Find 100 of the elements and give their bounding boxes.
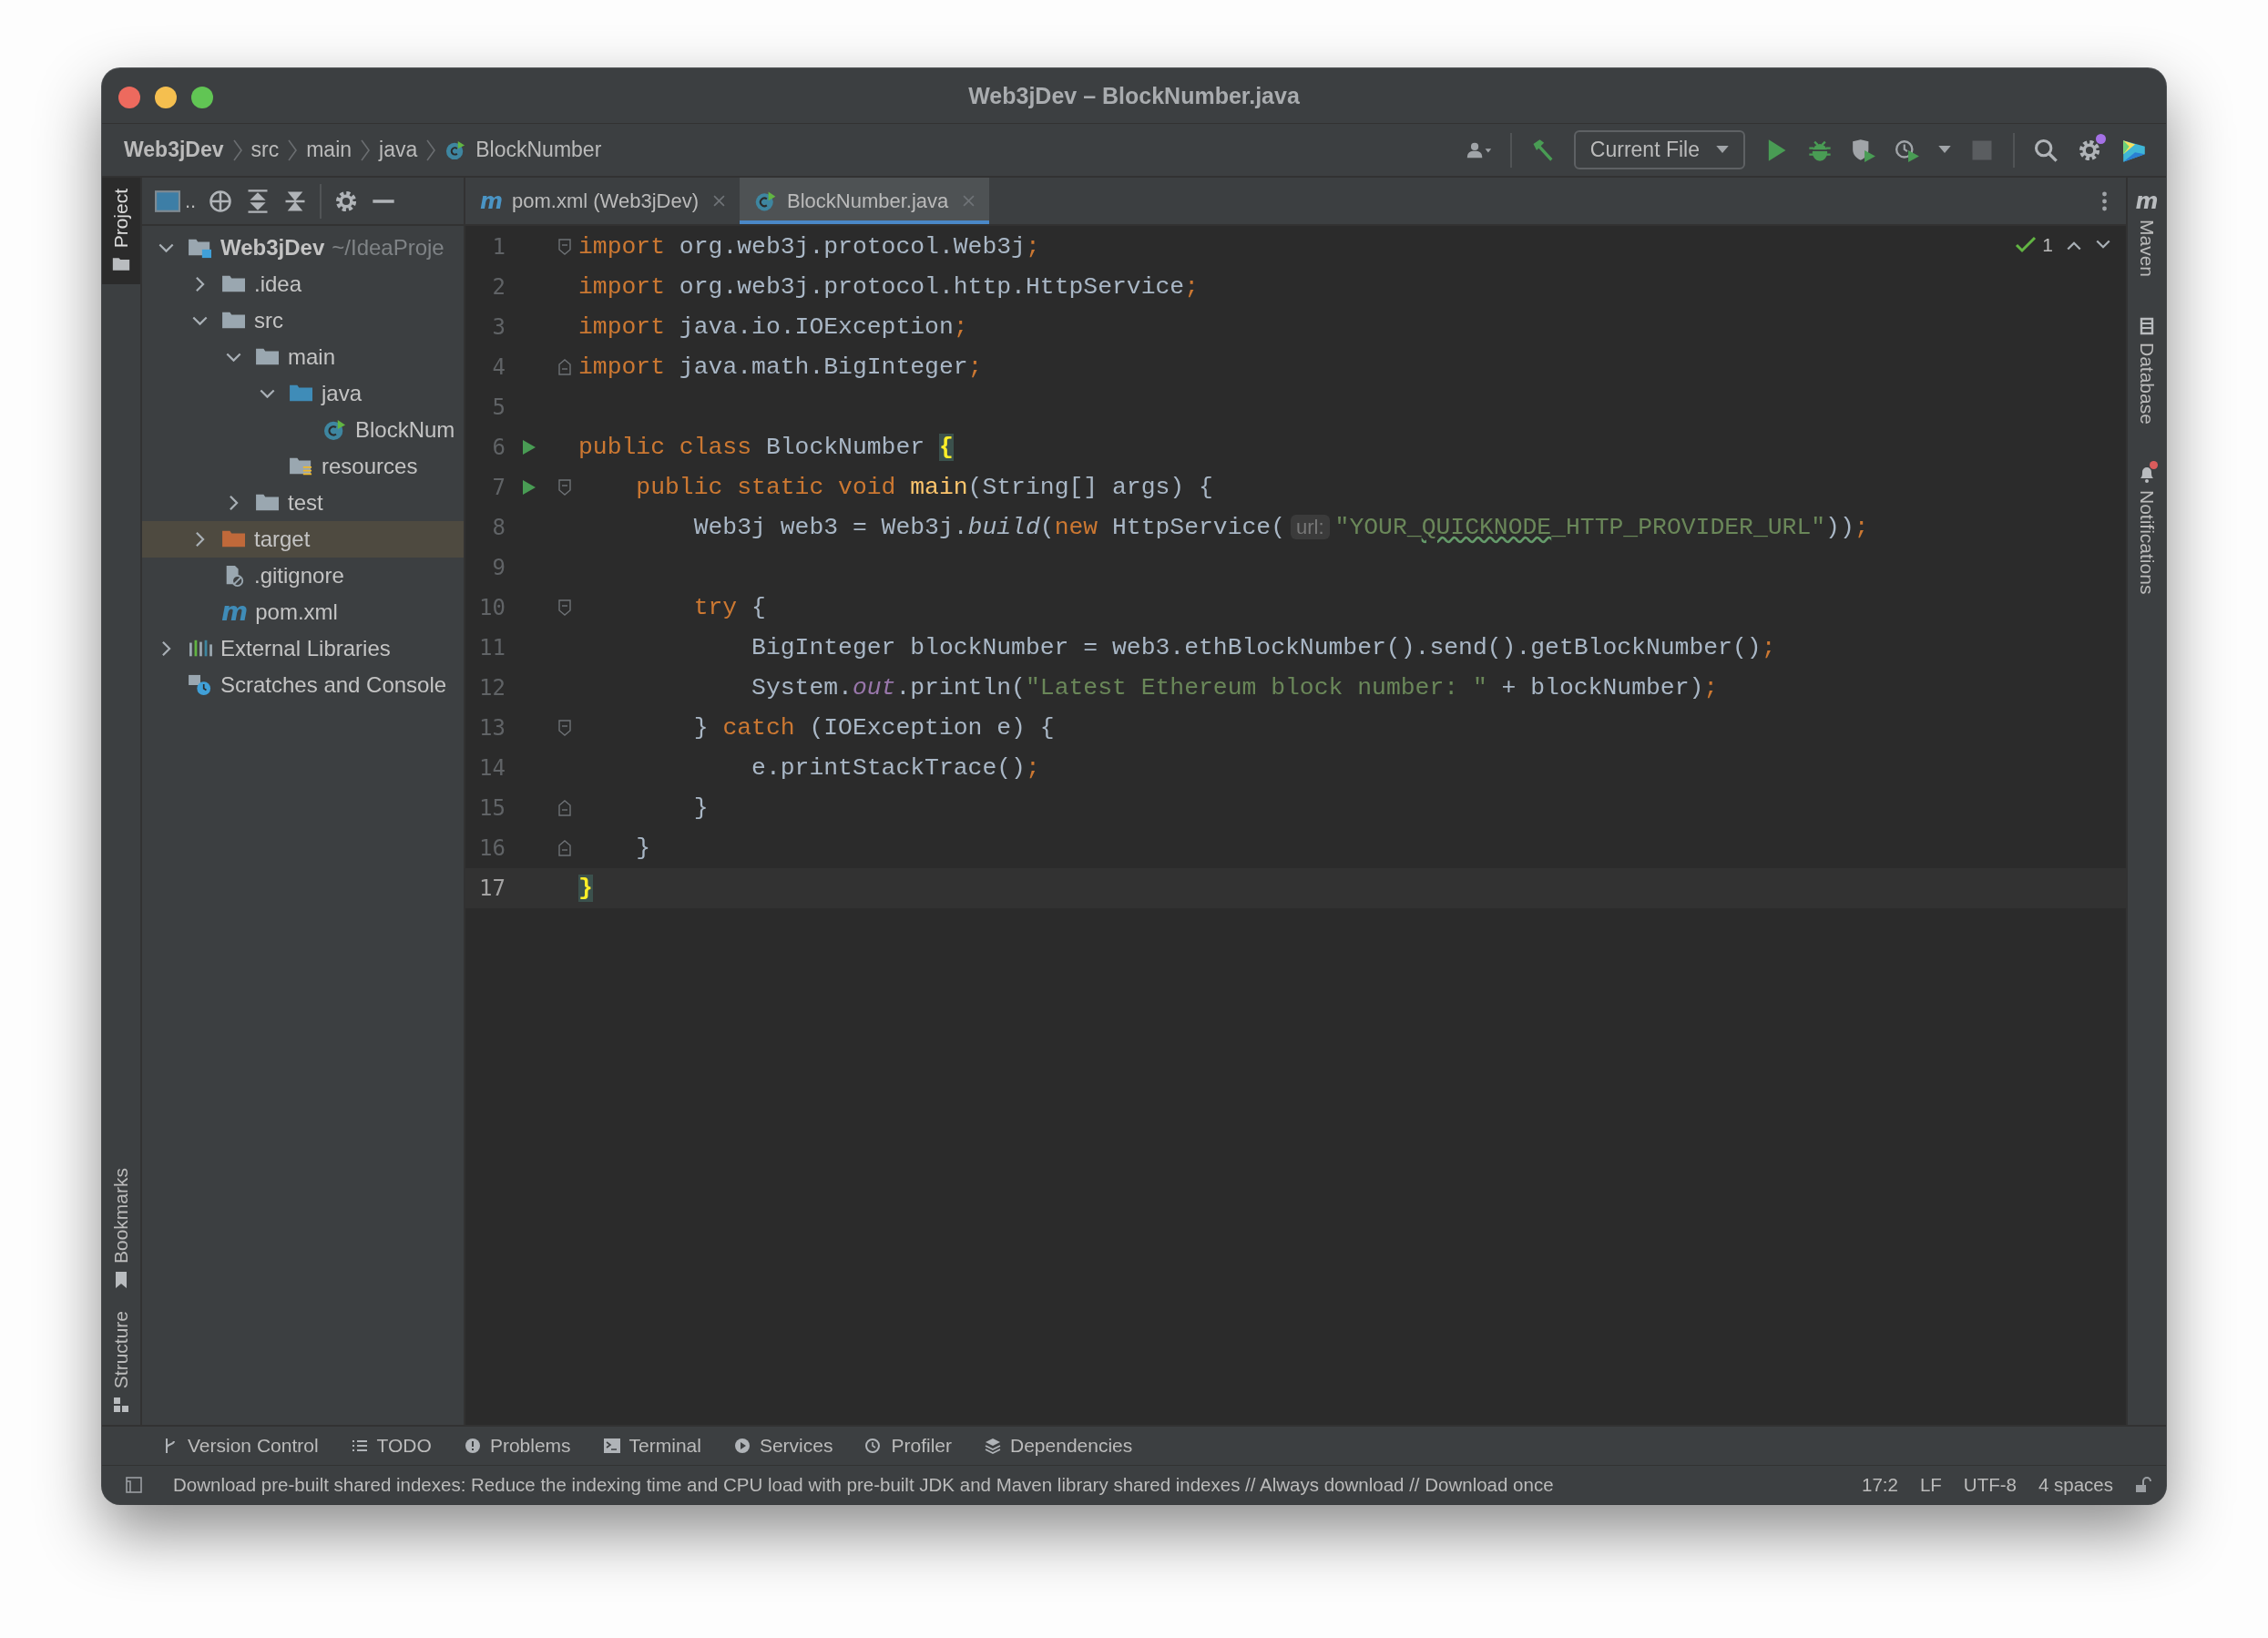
- fold-icon[interactable]: [558, 359, 571, 375]
- tool-window-tab[interactable]: Database: [2128, 304, 2166, 452]
- tool-window-button[interactable]: Services: [733, 1435, 833, 1457]
- line-separator[interactable]: LF: [1919, 1474, 1942, 1496]
- class-icon: [754, 189, 778, 212]
- editor-tab[interactable]: m pom.xml (Web3jDev): [465, 178, 740, 224]
- line-number: 6: [491, 435, 506, 460]
- tree-item-label: .gitignore: [254, 563, 344, 589]
- tool-window-button[interactable]: Profiler: [865, 1435, 952, 1457]
- maximize-button[interactable]: [191, 87, 213, 108]
- close-icon[interactable]: [713, 195, 725, 207]
- tree-item[interactable]: target: [142, 521, 464, 558]
- chevron-icon[interactable]: [158, 242, 174, 253]
- chevron-icon[interactable]: [160, 640, 171, 657]
- tool-window-button[interactable]: Problems: [464, 1435, 571, 1457]
- breadcrumb-item[interactable]: Web3jDev: [124, 138, 224, 162]
- breadcrumb-item[interactable]: java: [379, 138, 418, 162]
- line-number: 8: [491, 515, 506, 540]
- status-message[interactable]: Download pre-built shared indexes: Reduce the indexing time and CPU load with pre-built JDK and Maven library shared indexes // Always download // Download once: [173, 1474, 1840, 1496]
- resources-folder-icon: [289, 456, 314, 477]
- tree-item-label: main: [288, 344, 336, 370]
- tool-window-tab[interactable]: Notifications: [2128, 451, 2166, 622]
- editor-tab[interactable]: BlockNumber.java: [740, 178, 990, 224]
- window-icon[interactable]: [155, 188, 180, 214]
- caret-position[interactable]: 17:2: [1862, 1474, 1898, 1496]
- tree-item[interactable]: External Libraries: [142, 630, 464, 667]
- code-line: import java.io.IOException;: [577, 313, 968, 341]
- tree-item[interactable]: .gitignore: [142, 558, 464, 594]
- lock-icon[interactable]: [2135, 1477, 2151, 1493]
- indent-setting[interactable]: 4 spaces: [2038, 1474, 2113, 1496]
- panel-toggle-icon[interactable]: [126, 1477, 142, 1493]
- tool-window-tab[interactable]: Structure: [102, 1299, 140, 1425]
- close-button[interactable]: [118, 87, 140, 108]
- code-line: }: [692, 794, 709, 822]
- search-icon[interactable]: [2033, 137, 2059, 163]
- chevron-icon[interactable]: [194, 531, 205, 548]
- terminal-icon: [603, 1438, 620, 1454]
- check-icon[interactable]: [2015, 235, 2038, 255]
- breadcrumb-item[interactable]: main: [306, 138, 352, 162]
- tool-window-tab[interactable]: Bookmarks: [102, 1156, 140, 1300]
- tree-item[interactable]: Scratches and Console: [142, 667, 464, 703]
- tool-window-tab[interactable]: m Maven: [2128, 178, 2166, 305]
- tree-item[interactable]: BlockNum: [142, 412, 464, 448]
- fold-icon[interactable]: [558, 479, 571, 496]
- fold-icon[interactable]: [558, 800, 571, 816]
- line-number: 15: [478, 795, 506, 821]
- tree-item[interactable]: src: [142, 302, 464, 339]
- code-line: public static void main(String[] args) {: [635, 474, 1213, 501]
- breadcrumb-item[interactable]: BlockNumber: [475, 138, 602, 162]
- code-line: public class BlockNumber {: [577, 434, 954, 461]
- structure-icon: [112, 1396, 130, 1414]
- tree-item[interactable]: m pom.xml: [142, 594, 464, 630]
- line-number: 1: [491, 234, 506, 260]
- inspection-count[interactable]: 1: [2042, 234, 2053, 256]
- scratches-icon: [188, 674, 213, 696]
- tool-window-button[interactable]: Terminal: [603, 1435, 701, 1457]
- caret-icon[interactable]: [1938, 146, 1951, 154]
- coverage-icon[interactable]: [1851, 137, 1876, 163]
- maven-icon: m: [2135, 190, 2159, 212]
- project-path: ~/IdeaProje: [332, 235, 444, 261]
- tree-item[interactable]: .idea: [142, 266, 464, 302]
- chevron-icon[interactable]: [259, 388, 275, 399]
- file-encoding[interactable]: UTF-8: [1963, 1474, 2017, 1496]
- tool-window-button[interactable]: Version Control: [162, 1435, 319, 1457]
- line-number: 2: [491, 274, 506, 300]
- chevron-icon[interactable]: [225, 352, 241, 363]
- view-selector[interactable]: ..: [185, 189, 197, 213]
- code-line: e.printStackTrace();: [751, 754, 1040, 782]
- tool-window-button[interactable]: Dependencies: [985, 1435, 1133, 1457]
- code-line: BigInteger blockNumber = web3.ethBlockNumber().send().getBlockNumber();: [751, 634, 1776, 661]
- tool-window-button[interactable]: TODO: [351, 1435, 432, 1457]
- line-number: 16: [478, 835, 506, 861]
- tree-item-label: src: [254, 308, 283, 333]
- chevron-icon[interactable]: [191, 315, 208, 326]
- tool-window-tab[interactable]: Project: [102, 178, 140, 285]
- code-line: Web3j web3 = Web3j.build(new HttpService( url: "YOUR_QUICKNODE_HTTP_PROVIDER_URL"));: [692, 514, 1869, 541]
- run-icon[interactable]: [522, 479, 536, 496]
- breadcrumb-separator-icon: [232, 138, 242, 161]
- fold-icon[interactable]: [558, 239, 571, 255]
- tree-item[interactable]: main: [142, 339, 464, 375]
- warning-icon: [464, 1438, 481, 1454]
- minimize-button[interactable]: [155, 87, 177, 108]
- more-icon[interactable]: [2101, 189, 2108, 212]
- tree-item[interactable]: resources: [142, 448, 464, 485]
- tree-item[interactable]: test: [142, 485, 464, 521]
- breadcrumb-item[interactable]: src: [250, 138, 280, 162]
- fold-icon[interactable]: [558, 599, 571, 616]
- fold-icon[interactable]: [558, 840, 571, 856]
- run-icon[interactable]: [522, 439, 536, 456]
- target-icon[interactable]: [208, 188, 234, 214]
- chevron-icon[interactable]: [228, 495, 239, 511]
- tree-item-label: External Libraries: [220, 636, 391, 661]
- tree-item[interactable]: java: [142, 375, 464, 412]
- chevron-icon[interactable]: [194, 276, 205, 292]
- fold-icon[interactable]: [558, 720, 571, 736]
- code-line: System.out.println("Latest Ethereum block number: " + blockNumber);: [751, 674, 1719, 701]
- run-configuration-dropdown[interactable]: Current File: [1573, 130, 1745, 169]
- tree-item[interactable]: Web3jDev ~/IdeaProje: [142, 230, 464, 266]
- window-title: Web3jDev – BlockNumber.java: [968, 82, 1300, 109]
- class-icon: [322, 419, 348, 441]
